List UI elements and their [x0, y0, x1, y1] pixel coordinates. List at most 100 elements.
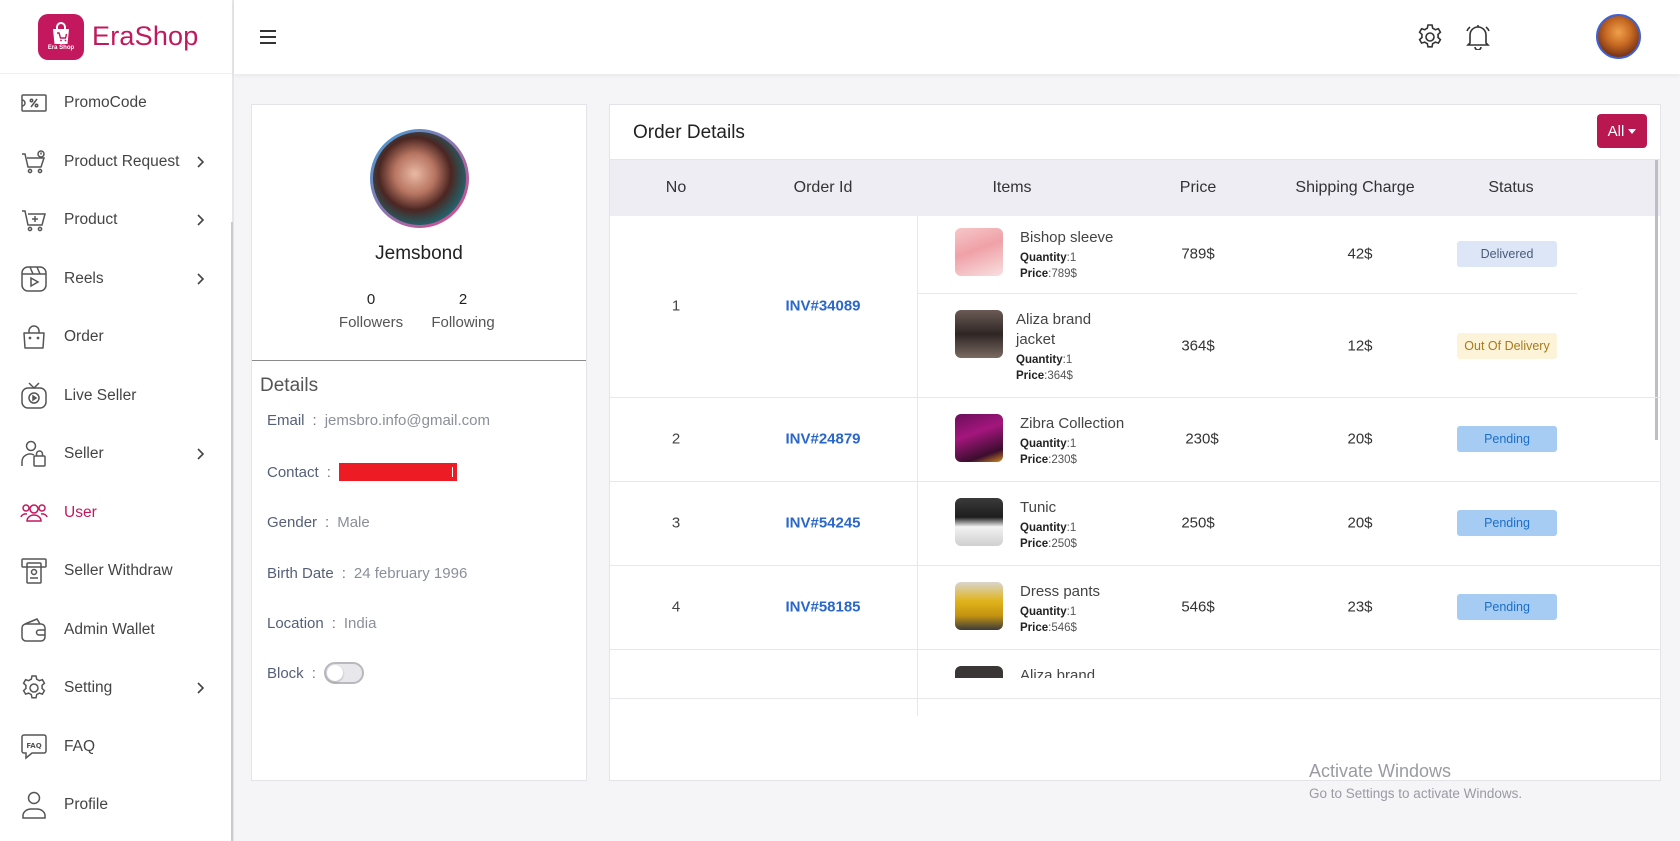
caret-down-icon	[1628, 128, 1637, 134]
profile-header: Jemsbond 0 Followers 2 Following	[252, 105, 586, 361]
order-id-link[interactable]: INV#24879	[785, 431, 860, 448]
row-number: 1	[671, 297, 681, 315]
order-details-card: Order Details All No Order Id Items Pric…	[609, 104, 1661, 781]
item-name: Tunic	[1020, 499, 1057, 516]
cart-request-icon	[20, 148, 48, 176]
sidebar-item-setting[interactable]: Setting	[0, 659, 232, 718]
item-price: Price:250$	[1020, 538, 1077, 550]
status-badge: Pending	[1457, 594, 1557, 620]
withdraw-icon	[20, 557, 48, 585]
promocode-icon	[20, 89, 48, 117]
sidebar-item-label: FAQ	[64, 737, 96, 755]
shipping-value: 20$	[1347, 514, 1373, 532]
order-item: Dress pants Quantity:1 Price:546$	[955, 582, 1138, 634]
order-item: Bishop sleeve Quantity:1 Price:789$	[955, 228, 1138, 280]
column-header-status: Status	[1488, 179, 1534, 196]
sidebar-item-seller-withdraw[interactable]: Seller Withdraw	[0, 542, 232, 601]
bag-icon	[20, 323, 48, 351]
user-profile-card: Jemsbond 0 Followers 2 Following Details…	[251, 104, 587, 781]
block-row: Block :	[267, 662, 364, 684]
separator: :	[311, 664, 316, 682]
watermark-line2: Go to Settings to activate Windows.	[1309, 786, 1523, 801]
column-divider	[917, 216, 918, 716]
menu-icon[interactable]	[260, 30, 276, 44]
status-badge: Pending	[1457, 510, 1557, 536]
sidebar-item-label: Profile	[64, 796, 108, 814]
tv-icon	[20, 382, 48, 410]
row-divider	[610, 649, 1660, 650]
table-scrollbar[interactable]	[1655, 160, 1658, 440]
price-value: 250$	[1181, 514, 1215, 532]
sidebar-item-live-seller[interactable]: Live Seller	[0, 367, 232, 426]
followers-label: Followers	[338, 314, 404, 331]
sidebar-item-user[interactable]: User	[0, 484, 232, 543]
watermark-line1: Activate Windows	[1309, 761, 1452, 781]
shipping-value: 23$	[1347, 598, 1373, 616]
avatar[interactable]	[1596, 14, 1641, 59]
item-quantity: Quantity:1	[1020, 522, 1077, 534]
price-value: 364$	[1181, 337, 1215, 355]
order-item: Zibra Collection Quantity:1 Price:230$	[955, 414, 1138, 466]
row-divider	[610, 397, 1660, 398]
order-details-title: Order Details	[633, 122, 745, 143]
sidebar-item-label: Admin Wallet	[64, 620, 155, 638]
order-item: Aliza brand jacket Quantity:1 Price:364$	[955, 310, 1096, 382]
separator: :	[341, 565, 346, 582]
sidebar-item-order[interactable]: Order	[0, 308, 232, 367]
chevron-right-icon	[194, 681, 208, 695]
column-header-no: No	[665, 179, 687, 196]
sidebar-item-promocode[interactable]: PromoCode	[0, 74, 232, 133]
item-name: Aliza brand	[1020, 667, 1096, 678]
bell-icon[interactable]	[1465, 24, 1491, 51]
status-badge: Out Of Delivery	[1457, 333, 1557, 359]
sidebar-item-seller[interactable]: Seller	[0, 425, 232, 484]
brand-logo-text: Era Shop	[47, 45, 75, 51]
birth-date-value: 24 february 1996	[353, 565, 468, 582]
order-id-link[interactable]: INV#54245	[785, 515, 860, 532]
following-stat[interactable]: 2 Following	[418, 291, 508, 331]
faq-icon: FAQ	[20, 733, 48, 761]
product-thumbnail	[955, 228, 1003, 276]
sidebar-item-faq[interactable]: FAQ FAQ	[0, 718, 232, 777]
order-details-header: Order Details All	[610, 105, 1660, 160]
shipping-value: 12$	[1347, 337, 1373, 355]
price-value: 789$	[1181, 245, 1215, 263]
gender-key: Gender	[267, 514, 318, 531]
table-clip	[955, 678, 1660, 716]
sidebar-item-admin-wallet[interactable]: Admin Wallet	[0, 601, 232, 660]
item-name: Dress pants	[1020, 583, 1101, 600]
price-value: 546$	[1181, 598, 1215, 616]
windows-activation-watermark: Activate Windows Go to Settings to activ…	[1309, 761, 1522, 801]
brand[interactable]: Era Shop EraShop	[0, 0, 232, 74]
product-thumbnail	[955, 666, 1003, 678]
sidebar-item-reels[interactable]: Reels	[0, 250, 232, 309]
order-id-link[interactable]: INV#34089	[785, 298, 860, 315]
product-thumbnail	[955, 498, 1003, 546]
item-price: Price:230$	[1020, 454, 1077, 466]
shopping-bag-icon	[53, 22, 69, 44]
row-divider	[610, 481, 1660, 482]
sidebar-item-product-request[interactable]: Product Request	[0, 133, 232, 192]
sidebar-scrollbar[interactable]	[231, 222, 233, 841]
email-row: Email : jemsbro.info@gmail.com	[267, 412, 490, 429]
followers-count: 0	[366, 291, 376, 308]
sidebar-item-product[interactable]: Product	[0, 191, 232, 250]
status-filter-dropdown[interactable]: All	[1597, 114, 1647, 148]
sidebar-item-label: User	[64, 503, 97, 521]
block-key: Block	[267, 664, 304, 682]
separator: :	[312, 412, 317, 429]
chevron-right-icon	[194, 213, 208, 227]
block-toggle[interactable]	[323, 662, 364, 684]
chevron-right-icon	[194, 155, 208, 169]
sidebar-item-profile[interactable]: Profile	[0, 776, 232, 835]
followers-stat[interactable]: 0 Followers	[326, 291, 416, 331]
separator: :	[331, 615, 336, 632]
location-value: India	[343, 615, 377, 632]
shipping-value: 42$	[1347, 245, 1373, 263]
order-id-link[interactable]: INV#58185	[785, 599, 860, 616]
sidebar-item-label: Live Seller	[64, 386, 137, 404]
gear-icon[interactable]	[1417, 24, 1443, 50]
sidebar-nav: PromoCode Product Request Product Reels	[0, 74, 232, 835]
details-title: Details	[260, 375, 319, 396]
contact-redacted	[338, 463, 457, 481]
